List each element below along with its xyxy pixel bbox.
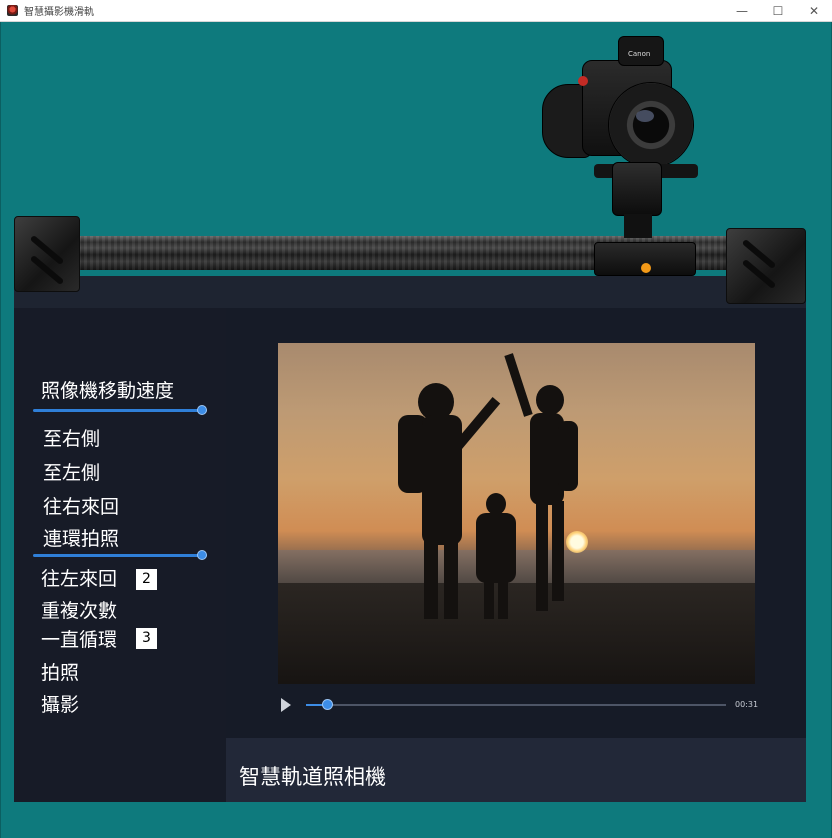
- footer-title: 智慧軌道照相機: [239, 765, 386, 789]
- silhouette-adult-left-leg-1: [424, 539, 438, 619]
- burst-slider-track: [33, 554, 207, 557]
- loop-forever-button[interactable]: 一直循環: [41, 629, 117, 651]
- rail-carriage: [594, 242, 696, 276]
- rail-end-cap-left: [14, 216, 80, 292]
- take-photo-button[interactable]: 拍照: [41, 662, 79, 684]
- silhouette-child-leg-1: [484, 579, 494, 619]
- speed-slider-thumb[interactable]: [197, 405, 207, 415]
- record-video-button[interactable]: 攝影: [41, 694, 79, 716]
- video-sun: [566, 531, 588, 553]
- maximize-button[interactable]: ☐: [760, 0, 796, 22]
- window-title: 智慧攝影機滑軌: [24, 7, 94, 18]
- window-controls: — ☐ ✕: [724, 0, 832, 22]
- burst-photo-button[interactable]: 連環拍照: [43, 528, 119, 550]
- silhouette-child-head: [486, 493, 506, 515]
- silhouette-adult-right-leg-2: [552, 501, 564, 601]
- video-preview[interactable]: [278, 343, 755, 684]
- video-ground: [278, 583, 755, 684]
- camera-mount: [612, 162, 662, 216]
- rail-base: [14, 276, 806, 308]
- camera-brand: Canon: [628, 50, 651, 58]
- camera-stem: [624, 214, 652, 238]
- burst-slider-thumb[interactable]: [197, 550, 207, 560]
- repeat-count-label: 重複次數: [41, 600, 118, 622]
- camera-lens: [608, 82, 694, 168]
- play-icon[interactable]: [281, 698, 291, 712]
- rail-end-cap-right: [726, 228, 806, 304]
- camera-record-light: [578, 76, 588, 86]
- camera-lens-glare: [636, 110, 654, 122]
- left-roundtrip-count[interactable]: 2: [136, 569, 157, 590]
- carriage-knob-icon: [641, 263, 651, 273]
- silhouette-child-leg-2: [498, 579, 508, 619]
- speed-label: 照像機移動速度: [41, 380, 175, 402]
- right-roundtrip-button[interactable]: 往右來回: [43, 496, 119, 518]
- speed-slider[interactable]: [33, 405, 207, 417]
- app-icon: [7, 5, 18, 16]
- to-right-button[interactable]: 至右側: [43, 428, 100, 450]
- burst-slider[interactable]: [33, 550, 207, 562]
- left-roundtrip-button[interactable]: 往左來回: [41, 568, 117, 590]
- to-left-button[interactable]: 至左側: [43, 462, 100, 484]
- speed-slider-track: [33, 409, 207, 412]
- seek-bar-thumb[interactable]: [322, 699, 333, 710]
- silhouette-adult-right-leg-1: [536, 501, 548, 611]
- silhouette-adult-right-backpack: [558, 421, 578, 491]
- silhouette-adult-left-body: [422, 415, 462, 545]
- loop-forever-count[interactable]: 3: [136, 628, 157, 649]
- video-time: 00:31: [735, 700, 759, 709]
- close-button[interactable]: ✕: [796, 0, 832, 22]
- seek-bar[interactable]: [306, 704, 726, 706]
- silhouette-adult-right-head: [536, 385, 564, 415]
- camera-image: Canon: [538, 34, 700, 244]
- silhouette-child-body: [476, 513, 516, 583]
- title-bar: 智慧攝影機滑軌 — ☐ ✕: [0, 0, 832, 22]
- minimize-button[interactable]: —: [724, 0, 760, 22]
- silhouette-adult-right-arm: [504, 353, 533, 417]
- silhouette-adult-left-leg-2: [444, 539, 458, 619]
